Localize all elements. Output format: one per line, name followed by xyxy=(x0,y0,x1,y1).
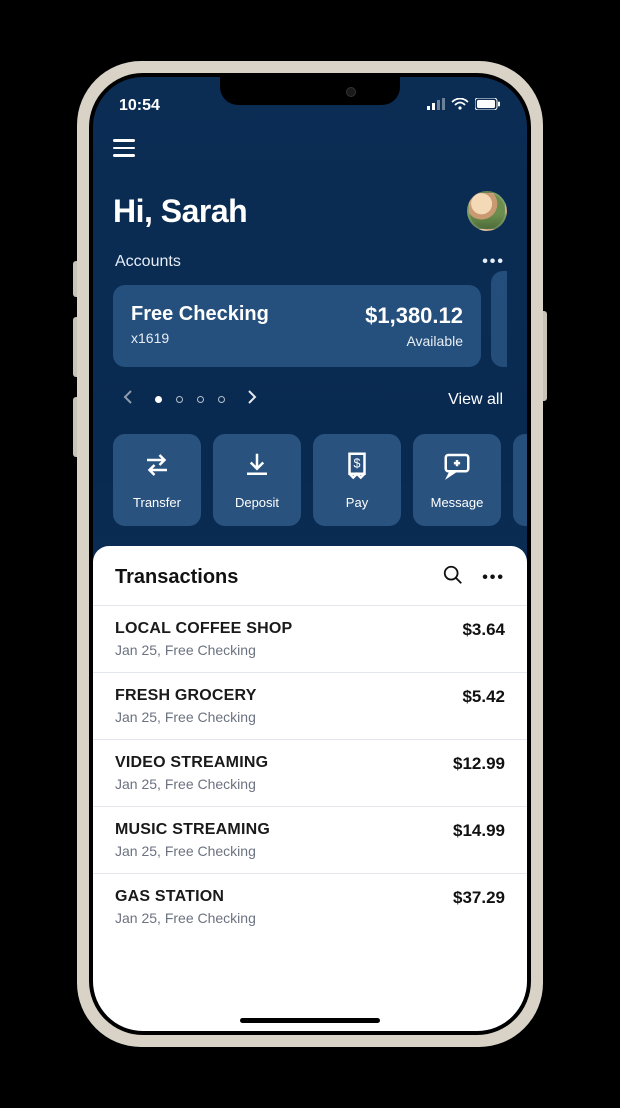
page-indicator xyxy=(155,396,225,403)
transaction-amount: $12.99 xyxy=(453,754,505,774)
transaction-name: LOCAL COFFEE SHOP xyxy=(115,620,292,638)
message-button[interactable]: Message xyxy=(413,434,501,526)
next-action-peek[interactable] xyxy=(513,434,527,526)
transaction-subtext: Jan 25, Free Checking xyxy=(115,776,268,792)
chevron-right-icon[interactable] xyxy=(241,385,263,414)
transfer-button[interactable]: Transfer xyxy=(113,434,201,526)
deposit-button[interactable]: Deposit xyxy=(213,434,301,526)
transaction-subtext: Jan 25, Free Checking xyxy=(115,709,257,725)
accounts-more-icon[interactable]: ••• xyxy=(482,253,505,271)
view-all-link[interactable]: View all xyxy=(448,391,503,409)
account-balance-label: Available xyxy=(365,333,463,349)
transactions-more-icon[interactable]: ••• xyxy=(482,569,505,587)
message-icon xyxy=(442,450,472,485)
device-notch xyxy=(220,77,400,105)
account-name: Free Checking xyxy=(131,303,269,326)
home-indicator[interactable] xyxy=(240,1018,380,1023)
wifi-icon xyxy=(451,97,469,115)
transaction-subtext: Jan 25, Free Checking xyxy=(115,910,256,926)
transactions-panel: Transactions ••• LOCAL COFFEE SHOP Jan 2… xyxy=(93,546,527,1031)
transaction-row[interactable]: LOCAL COFFEE SHOP Jan 25, Free Checking … xyxy=(93,605,527,672)
cellular-icon xyxy=(427,97,445,115)
transaction-name: VIDEO STREAMING xyxy=(115,754,268,772)
account-balance: $1,380.12 xyxy=(365,303,463,329)
pay-button[interactable]: $ Pay xyxy=(313,434,401,526)
transactions-title: Transactions xyxy=(115,566,238,589)
next-account-peek[interactable] xyxy=(491,271,507,367)
transfer-label: Transfer xyxy=(133,495,181,510)
transaction-amount: $14.99 xyxy=(453,821,505,841)
phone-frame: 10:54 Hi, Sar xyxy=(77,61,543,1047)
transaction-amount: $5.42 xyxy=(462,687,505,707)
transaction-amount: $37.29 xyxy=(453,888,505,908)
transaction-row[interactable]: FRESH GROCERY Jan 25, Free Checking $5.4… xyxy=(93,672,527,739)
pay-label: Pay xyxy=(346,495,368,510)
message-label: Message xyxy=(431,495,484,510)
account-card[interactable]: Free Checking x1619 $1,380.12 Available xyxy=(113,285,481,367)
transaction-name: GAS STATION xyxy=(115,888,256,906)
accounts-label: Accounts xyxy=(115,253,181,271)
status-time: 10:54 xyxy=(119,97,160,115)
hamburger-menu-icon[interactable] xyxy=(113,133,143,163)
avatar[interactable] xyxy=(467,191,507,231)
transaction-row[interactable]: GAS STATION Jan 25, Free Checking $37.29 xyxy=(93,873,527,940)
transaction-subtext: Jan 25, Free Checking xyxy=(115,642,292,658)
search-icon[interactable] xyxy=(442,564,464,591)
transaction-subtext: Jan 25, Free Checking xyxy=(115,843,270,859)
greeting-title: Hi, Sarah xyxy=(113,193,247,230)
account-mask: x1619 xyxy=(131,330,269,346)
transfer-icon xyxy=(142,450,172,485)
volume-buttons xyxy=(73,261,77,477)
power-button xyxy=(543,311,547,401)
deposit-label: Deposit xyxy=(235,495,279,510)
transaction-name: FRESH GROCERY xyxy=(115,687,257,705)
chevron-left-icon[interactable] xyxy=(117,385,139,414)
svg-text:$: $ xyxy=(354,457,361,471)
transaction-name: MUSIC STREAMING xyxy=(115,821,270,839)
transaction-row[interactable]: VIDEO STREAMING Jan 25, Free Checking $1… xyxy=(93,739,527,806)
battery-icon xyxy=(475,97,501,115)
transaction-row[interactable]: MUSIC STREAMING Jan 25, Free Checking $1… xyxy=(93,806,527,873)
pay-icon: $ xyxy=(342,450,372,485)
transaction-amount: $3.64 xyxy=(462,620,505,640)
deposit-icon xyxy=(242,450,272,485)
